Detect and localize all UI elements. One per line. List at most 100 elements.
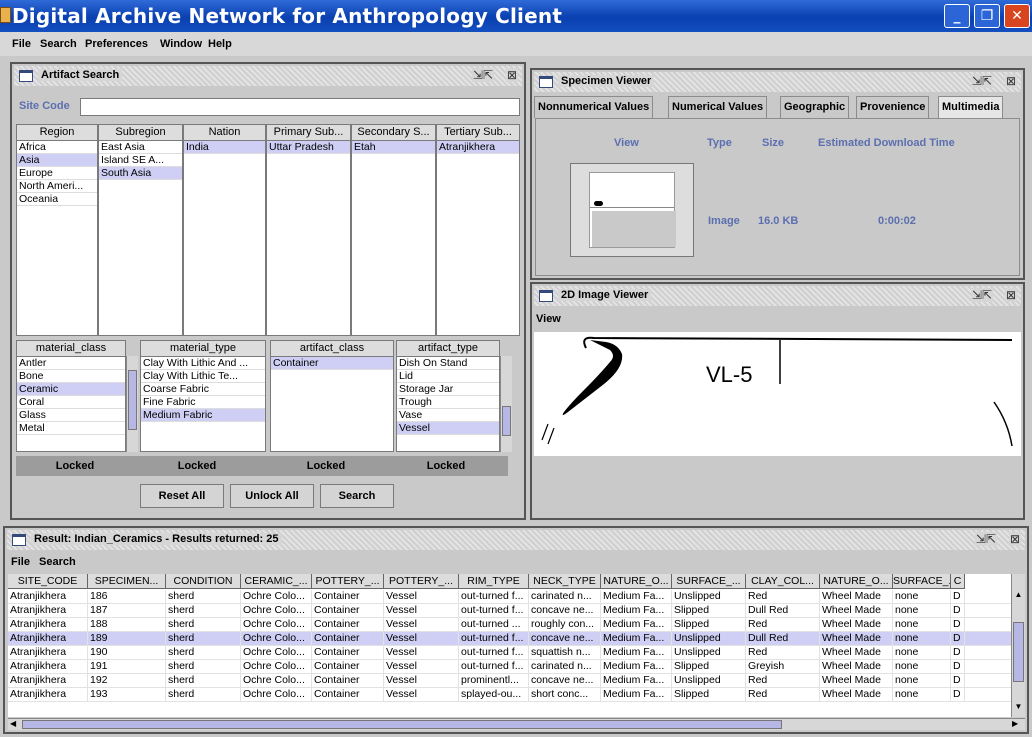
table-row[interactable]: Atranjikhera 187 sherd Ochre Colo... Contain…	[8, 604, 1018, 618]
table-row[interactable]: Atranjikhera 193 sherd Ochre Colo... Contain…	[8, 688, 1018, 702]
tab-numerical[interactable]: Numerical Values	[668, 96, 768, 118]
column-header[interactable]: CERAMIC_...	[241, 574, 312, 589]
column-header[interactable]: SITE_CODE	[8, 574, 88, 589]
artifact-search-header[interactable]: Artifact Search ⇲⇱ ⊠	[14, 66, 522, 86]
results-horizontal-scrollbar[interactable]: ◀ ▶	[8, 718, 1025, 730]
list-item[interactable]: Glass	[17, 409, 125, 422]
list-header[interactable]: Tertiary Sub...	[437, 125, 519, 141]
table-row[interactable]: Atranjikhera 190 sherd Ochre Colo... Contain…	[8, 646, 1018, 660]
list-item[interactable]: Trough	[397, 396, 499, 409]
list-item[interactable]: South Asia	[99, 167, 182, 180]
list-scrollbar-1[interactable]	[500, 356, 512, 452]
list-item[interactable]: Lid	[397, 370, 499, 383]
class-list-0[interactable]: material_class Antler Bone Ceramic Coral Glas…	[16, 340, 126, 452]
scroll-right-icon[interactable]: ▶	[1012, 719, 1018, 728]
list-item[interactable]: Fine Fabric	[141, 396, 265, 409]
close-icon[interactable]: ⊠	[1008, 532, 1021, 546]
menu-file[interactable]: File	[12, 38, 31, 50]
list-item[interactable]: Coarse Fabric	[141, 383, 265, 396]
list-item[interactable]: Atranjikhera	[437, 141, 519, 154]
column-header[interactable]: SURFACE_...	[672, 574, 746, 589]
results-header[interactable]: Result: Indian_Ceramics - Results return…	[7, 530, 1025, 550]
close-icon[interactable]: ⊠	[1004, 288, 1017, 302]
locked-status-3[interactable]: Locked	[384, 456, 508, 476]
menu-help[interactable]: Help	[208, 38, 232, 50]
list-header[interactable]: material_class	[17, 341, 125, 357]
results-menu-file[interactable]: File	[11, 556, 30, 568]
image-thumbnail-button[interactable]	[570, 163, 694, 257]
column-header[interactable]: SURFACE_...	[893, 574, 951, 589]
close-icon[interactable]: ⊠	[505, 68, 518, 82]
table-row[interactable]: Atranjikhera 192 sherd Ochre Colo... Contain…	[8, 674, 1018, 688]
list-header[interactable]: Subregion	[99, 125, 182, 141]
view-menu[interactable]: View	[536, 313, 561, 325]
scroll-left-icon[interactable]: ◀	[10, 719, 16, 728]
column-header[interactable]: NATURE_O...	[601, 574, 672, 589]
menu-search[interactable]: Search	[40, 38, 77, 50]
list-header[interactable]: Region	[17, 125, 97, 141]
restore-icon[interactable]: ⇲⇱	[974, 532, 997, 546]
restore-icon[interactable]: ⇲⇱	[471, 68, 494, 82]
list-item[interactable]: Metal	[17, 422, 125, 435]
geo-list-1[interactable]: Subregion East Asia Island SE A... South As…	[98, 124, 183, 336]
column-header[interactable]: POTTERY_...	[384, 574, 459, 589]
list-header[interactable]: Nation	[184, 125, 265, 141]
reset-all-button[interactable]: Reset All	[140, 484, 224, 508]
geo-list-5[interactable]: Tertiary Sub... Atranjikhera	[436, 124, 520, 336]
column-header[interactable]: CONDITION	[166, 574, 241, 589]
hscroll-thumb[interactable]	[22, 720, 782, 729]
list-item[interactable]: Africa	[17, 141, 97, 154]
window-title-bar[interactable]: Digital Archive Network for Anthropology…	[0, 0, 1032, 32]
tab-geographic[interactable]: Geographic	[780, 96, 850, 118]
list-item[interactable]: Island SE A...	[99, 154, 182, 167]
list-item[interactable]: Ceramic	[17, 383, 125, 396]
results-vertical-scrollbar[interactable]: ▲ ▼	[1011, 574, 1025, 717]
class-list-2[interactable]: artifact_class Container	[270, 340, 394, 452]
list-item[interactable]: Uttar Pradesh	[267, 141, 350, 154]
specimen-viewer-header[interactable]: Specimen Viewer ⇲⇱ ⊠	[534, 72, 1021, 92]
geo-list-2[interactable]: Nation India	[183, 124, 266, 336]
locked-status-0[interactable]: Locked	[16, 456, 134, 476]
list-item[interactable]: Clay With Lithic And ...	[141, 357, 265, 370]
list-item[interactable]: Etah	[352, 141, 435, 154]
scroll-up-icon[interactable]: ▲	[1013, 590, 1024, 602]
geo-list-0[interactable]: Region Africa Asia Europe North Ameri... Ocea…	[16, 124, 98, 336]
list-item[interactable]: Storage Jar	[397, 383, 499, 396]
list-item[interactable]: Bone	[17, 370, 125, 383]
scroll-thumb[interactable]	[1013, 622, 1024, 682]
scroll-thumb[interactable]	[502, 406, 511, 436]
list-item[interactable]: Medium Fabric	[141, 409, 265, 422]
geo-list-3[interactable]: Primary Sub... Uttar Pradesh	[266, 124, 351, 336]
list-item[interactable]: Dish On Stand	[397, 357, 499, 370]
close-icon[interactable]: ⊠	[1004, 74, 1017, 88]
table-row[interactable]: Atranjikhera 189 sherd Ochre Colo... Contain…	[8, 632, 1018, 646]
list-item[interactable]: Europe	[17, 167, 97, 180]
restore-icon[interactable]: ⇲⇱	[970, 288, 993, 302]
list-item[interactable]: Asia	[17, 154, 97, 167]
list-header[interactable]: material_type	[141, 341, 265, 357]
minimize-button[interactable]: _	[944, 4, 970, 28]
list-item[interactable]: Antler	[17, 357, 125, 370]
menu-window[interactable]: Window	[160, 38, 202, 50]
tab-multimedia[interactable]: Multimedia	[938, 96, 1004, 118]
list-scrollbar-0[interactable]	[126, 356, 138, 452]
tab-nonnumerical[interactable]: Nonnumerical Values	[534, 96, 654, 118]
list-item[interactable]: India	[184, 141, 265, 154]
column-header[interactable]: C	[951, 574, 965, 589]
image-viewer-header[interactable]: 2D Image Viewer ⇲⇱ ⊠	[534, 286, 1021, 306]
maximize-button[interactable]: ❐	[974, 4, 1000, 28]
list-header[interactable]: artifact_class	[271, 341, 393, 357]
class-list-1[interactable]: material_type Clay With Lithic And ... Cla…	[140, 340, 266, 452]
close-button[interactable]: ✕	[1004, 4, 1030, 28]
list-item[interactable]: Clay With Lithic Te...	[141, 370, 265, 383]
table-row[interactable]: Atranjikhera 191 sherd Ochre Colo... Contain…	[8, 660, 1018, 674]
list-item[interactable]: North Ameri...	[17, 180, 97, 193]
list-item[interactable]: Vessel	[397, 422, 499, 435]
column-header[interactable]: NATURE_O...	[820, 574, 893, 589]
scroll-down-icon[interactable]: ▼	[1013, 702, 1024, 714]
column-header[interactable]: POTTERY_...	[312, 574, 384, 589]
class-list-3[interactable]: artifact_type Dish On Stand Lid Storage Jar…	[396, 340, 500, 452]
tab-provenience[interactable]: Provenience	[856, 96, 930, 118]
geo-list-4[interactable]: Secondary S... Etah	[351, 124, 436, 336]
column-header[interactable]: NECK_TYPE	[529, 574, 601, 589]
